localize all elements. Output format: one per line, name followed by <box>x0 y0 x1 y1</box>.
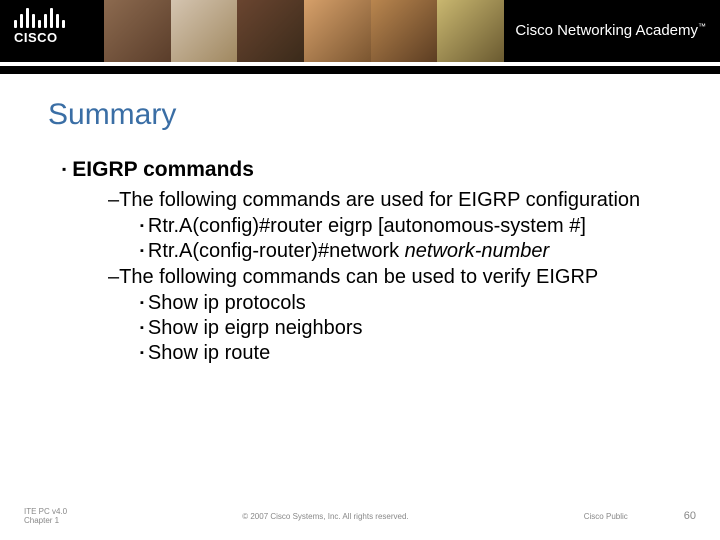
section-heading: EIGRP commands <box>62 158 672 182</box>
header-photo-strip <box>104 0 504 62</box>
intro-verify: –The following commands can be used to v… <box>108 265 672 290</box>
cisco-logo-text: CISCO <box>14 30 65 45</box>
slide-title: Summary <box>48 98 672 132</box>
cisco-bars-icon <box>14 6 65 28</box>
cmd-show-protocols: Show ip protocols <box>140 292 672 315</box>
header-band: CISCO Cisco Networking Academy™ <box>0 0 720 62</box>
footer: ITE PC v4.0 Chapter 1 © 2007 Cisco Syste… <box>0 507 720 526</box>
cmd-show-neighbors: Show ip eigrp neighbors <box>140 317 672 340</box>
page-number: 60 <box>684 510 696 522</box>
cisco-logo: CISCO <box>14 6 65 45</box>
brand-text: Cisco Networking Academy™ <box>515 22 706 39</box>
footer-copyright: © 2007 Cisco Systems, Inc. All rights re… <box>67 512 584 521</box>
cmd-network: Rtr.A(config-router)#network network-num… <box>140 240 672 263</box>
footer-classification: Cisco Public <box>584 512 684 521</box>
footer-left: ITE PC v4.0 Chapter 1 <box>24 507 67 526</box>
cmd-router-eigrp: Rtr.A(config)#router eigrp [autonomous-s… <box>140 215 672 238</box>
black-strip <box>0 66 720 74</box>
intro-config: –The following commands are used for EIG… <box>108 188 672 213</box>
cmd-show-route: Show ip route <box>140 342 672 365</box>
slide-content: Summary EIGRP commands –The following co… <box>0 74 720 365</box>
